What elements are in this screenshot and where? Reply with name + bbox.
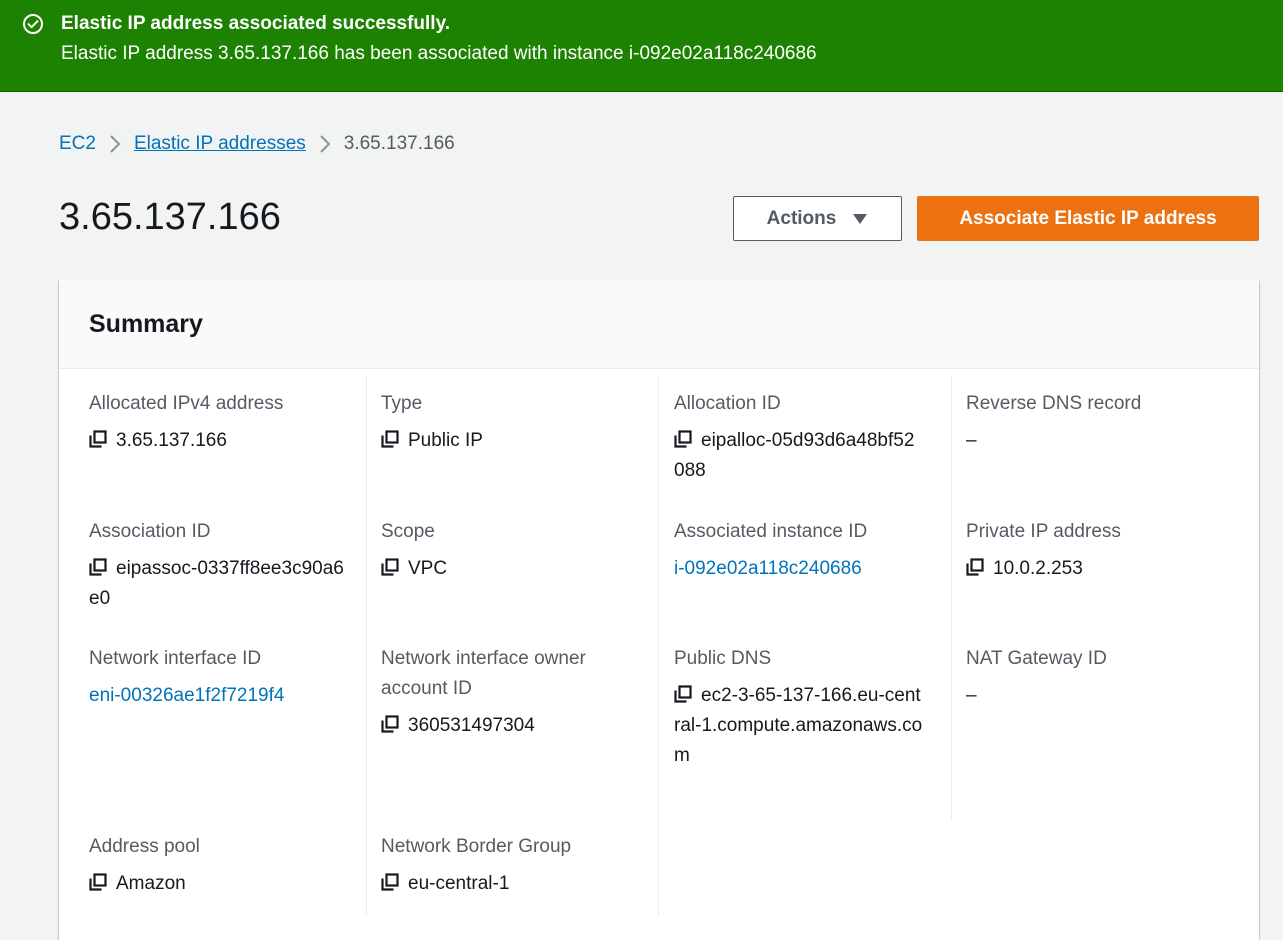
field-value-text: 10.0.2.253 [993,558,1083,579]
field-value-text: eu-central-1 [408,873,510,894]
field-allocated-ipv4-address: Allocated IPv4 address 3.65.137.166 [89,389,351,456]
copy-icon[interactable] [89,871,107,891]
field-scope: Scope VPC [381,517,643,584]
copy-icon[interactable] [89,428,107,448]
copy-icon[interactable] [674,428,692,448]
copy-icon[interactable] [381,556,399,576]
field-label: Allocation ID [674,393,781,414]
copy-icon[interactable] [89,556,107,576]
copy-icon[interactable] [674,683,692,703]
field-value[interactable]: eni-00326ae1f2f7219f4 [89,681,351,711]
field-value: ec2-3-65-137-166.eu-central-1.compute.am… [674,681,924,771]
field-value: Amazon [89,869,351,899]
caret-down-icon [853,213,868,224]
success-notification: Elastic IP address associated successful… [0,0,1283,92]
field-value-text: VPC [408,558,448,579]
field-value: eipalloc-05d93d6a48bf52088 [674,426,924,486]
column-divider [951,376,952,820]
field-label: Allocated IPv4 address [89,393,284,414]
field-reverse-dns-record: Reverse DNS record – [966,389,1228,456]
column-divider [366,376,367,916]
breadcrumb-ec2[interactable]: EC2 [59,133,96,155]
field-value: eipassoc-0337ff8ee3c90a6e0 [89,554,351,614]
actions-label: Actions [766,207,837,229]
field-value-text: 3.65.137.166 [116,430,227,451]
field-label: Network interface owner account ID [381,648,586,699]
field-value-text: ec2-3-65-137-166.eu-central-1.compute.am… [674,685,923,766]
field-value: – [966,681,1228,711]
field-value: 10.0.2.253 [966,554,1228,584]
breadcrumb: EC2 Elastic IP addresses 3.65.137.166 [59,131,455,157]
actions-dropdown-button[interactable]: Actions [733,196,902,241]
field-label: Private IP address [966,521,1121,542]
field-label: Network interface ID [89,648,262,669]
field-value-text: eipassoc-0337ff8ee3c90a6e0 [89,558,344,609]
field-value: eu-central-1 [381,869,643,899]
associate-elastic-ip-button[interactable]: Associate Elastic IP address [917,196,1259,241]
copy-icon[interactable] [381,428,399,448]
field-label: NAT Gateway ID [966,648,1107,669]
field-label: Associated instance ID [674,521,868,542]
copy-icon[interactable] [381,713,399,733]
field-value: 3.65.137.166 [89,426,351,456]
field-label: Address pool [89,836,200,857]
field-value-text: Amazon [116,873,186,894]
field-value-text[interactable]: i-092e02a118c240686 [674,558,862,579]
breadcrumb-current: 3.65.137.166 [343,133,455,154]
summary-panel: Summary Allocated IPv4 address 3.65.137.1… [59,280,1259,940]
field-label: Public DNS [674,648,772,669]
summary-header: Summary [59,280,1259,369]
breadcrumb-elastic-ip-addresses[interactable]: Elastic IP addresses [134,133,306,155]
field-value-text: – [966,685,977,706]
chevron-right-icon [96,131,134,157]
field-value: VPC [381,554,643,584]
field-network-interface-id: Network interface ID eni-00326ae1f2f7219f… [89,644,351,711]
copy-icon[interactable] [381,871,399,891]
field-label: Type [381,393,423,414]
associate-label: Associate Elastic IP address [959,207,1217,229]
field-value: – [966,426,1228,456]
field-associated-instance-id: Associated instance ID i-092e02a118c24068… [674,517,924,584]
copy-icon[interactable] [966,556,984,576]
field-value: 360531497304 [381,711,643,741]
field-value: Public IP [381,426,643,456]
field-label: Reverse DNS record [966,393,1142,414]
check-circle-icon [23,14,43,34]
summary-title: Summary [89,310,203,338]
notification-title: Elastic IP address associated successful… [61,13,451,34]
field-allocation-id: Allocation ID eipalloc-05d93d6a48bf52088 [674,389,924,486]
field-public-dns: Public DNS ec2-3-65-137-166.eu-central-1.… [674,644,924,771]
field-type: Type Public IP [381,389,643,456]
field-label: Association ID [89,521,211,542]
field-label: Scope [381,521,435,542]
field-private-ip-address: Private IP address 10.0.2.253 [966,517,1228,584]
chevron-right-icon [306,131,344,157]
field-network-border-group: Network Border Group eu-central-1 [381,832,643,899]
field-value-text: – [966,430,977,451]
field-value-text: eipalloc-05d93d6a48bf52088 [674,430,915,481]
field-network-interface-owner-account-id: Network interface owner account ID 360531… [381,644,643,741]
field-value-text: 360531497304 [408,715,535,736]
column-divider [658,376,659,916]
field-value[interactable]: i-092e02a118c240686 [674,554,924,584]
field-value-text[interactable]: eni-00326ae1f2f7219f4 [89,685,284,706]
field-address-pool: Address pool Amazon [89,832,351,899]
notification-message: Elastic IP address 3.65.137.166 has been… [61,43,817,64]
field-association-id: Association ID eipassoc-0337ff8ee3c90a6e0 [89,517,351,614]
field-value-text: Public IP [408,430,483,451]
page-title: 3.65.137.166 [59,196,281,238]
field-label: Network Border Group [381,836,572,857]
field-nat-gateway-id: NAT Gateway ID – [966,644,1228,711]
